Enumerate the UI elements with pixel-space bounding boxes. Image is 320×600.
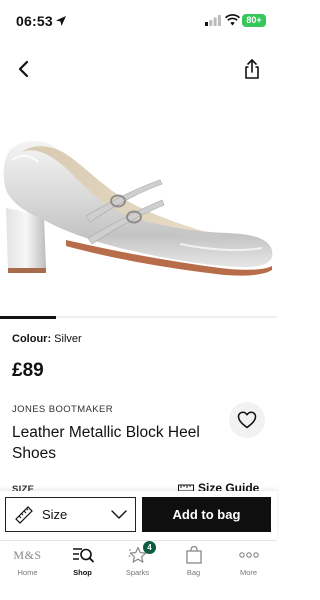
status-bar: 06:53 80+ xyxy=(0,0,277,44)
wishlist-button[interactable] xyxy=(229,402,265,438)
ruler-icon xyxy=(15,505,33,524)
tab-bag[interactable]: Bag xyxy=(166,541,221,589)
tab-home-label: Home xyxy=(17,568,38,577)
add-to-bag-button[interactable]: Add to bag xyxy=(142,497,271,532)
product-price: £89 xyxy=(12,360,44,381)
tab-home[interactable]: M&S Home xyxy=(0,541,55,589)
gallery-progress-active xyxy=(0,316,56,319)
bag-icon xyxy=(185,546,202,564)
tab-sparks[interactable]: 4 Sparks xyxy=(110,541,165,589)
action-bar: Size Add to bag xyxy=(0,491,277,539)
tab-more-label: More xyxy=(239,568,258,577)
wifi-icon xyxy=(225,14,240,26)
more-dots-icon xyxy=(238,552,259,558)
ms-logo: M&S xyxy=(13,547,42,562)
tab-sparks-label: Sparks xyxy=(125,568,150,577)
product-title: Leather Metallic Block Heel Shoes xyxy=(12,424,200,462)
chevron-down-icon xyxy=(111,510,127,519)
bottom-tab-bar: M&S Home Shop 4 Sparks Bag More xyxy=(0,540,277,600)
colour-line: Colour: Silver xyxy=(12,333,82,345)
back-chevron-icon[interactable] xyxy=(14,59,34,79)
tab-more[interactable]: More xyxy=(221,541,276,589)
status-time: 06:53 xyxy=(16,13,53,29)
size-select[interactable]: Size xyxy=(5,497,136,532)
heart-icon xyxy=(237,411,257,429)
product-brand[interactable]: JONES BOOTMAKER xyxy=(12,404,113,415)
tab-shop-label: Shop xyxy=(73,568,92,577)
battery-indicator: 80+ xyxy=(242,14,266,27)
shop-search-icon xyxy=(72,548,94,563)
product-image[interactable] xyxy=(0,120,277,305)
cellular-signal-icon xyxy=(205,15,221,26)
tab-shop[interactable]: Shop xyxy=(55,541,110,589)
share-icon[interactable] xyxy=(241,58,263,80)
tab-bag-label: Bag xyxy=(186,568,201,577)
sparks-badge: 4 xyxy=(143,541,156,554)
top-nav xyxy=(0,54,277,84)
colour-value: Silver xyxy=(54,333,82,345)
location-arrow-icon xyxy=(56,16,66,26)
size-select-value: Size xyxy=(42,507,68,522)
colour-label: Colour: xyxy=(12,333,52,345)
